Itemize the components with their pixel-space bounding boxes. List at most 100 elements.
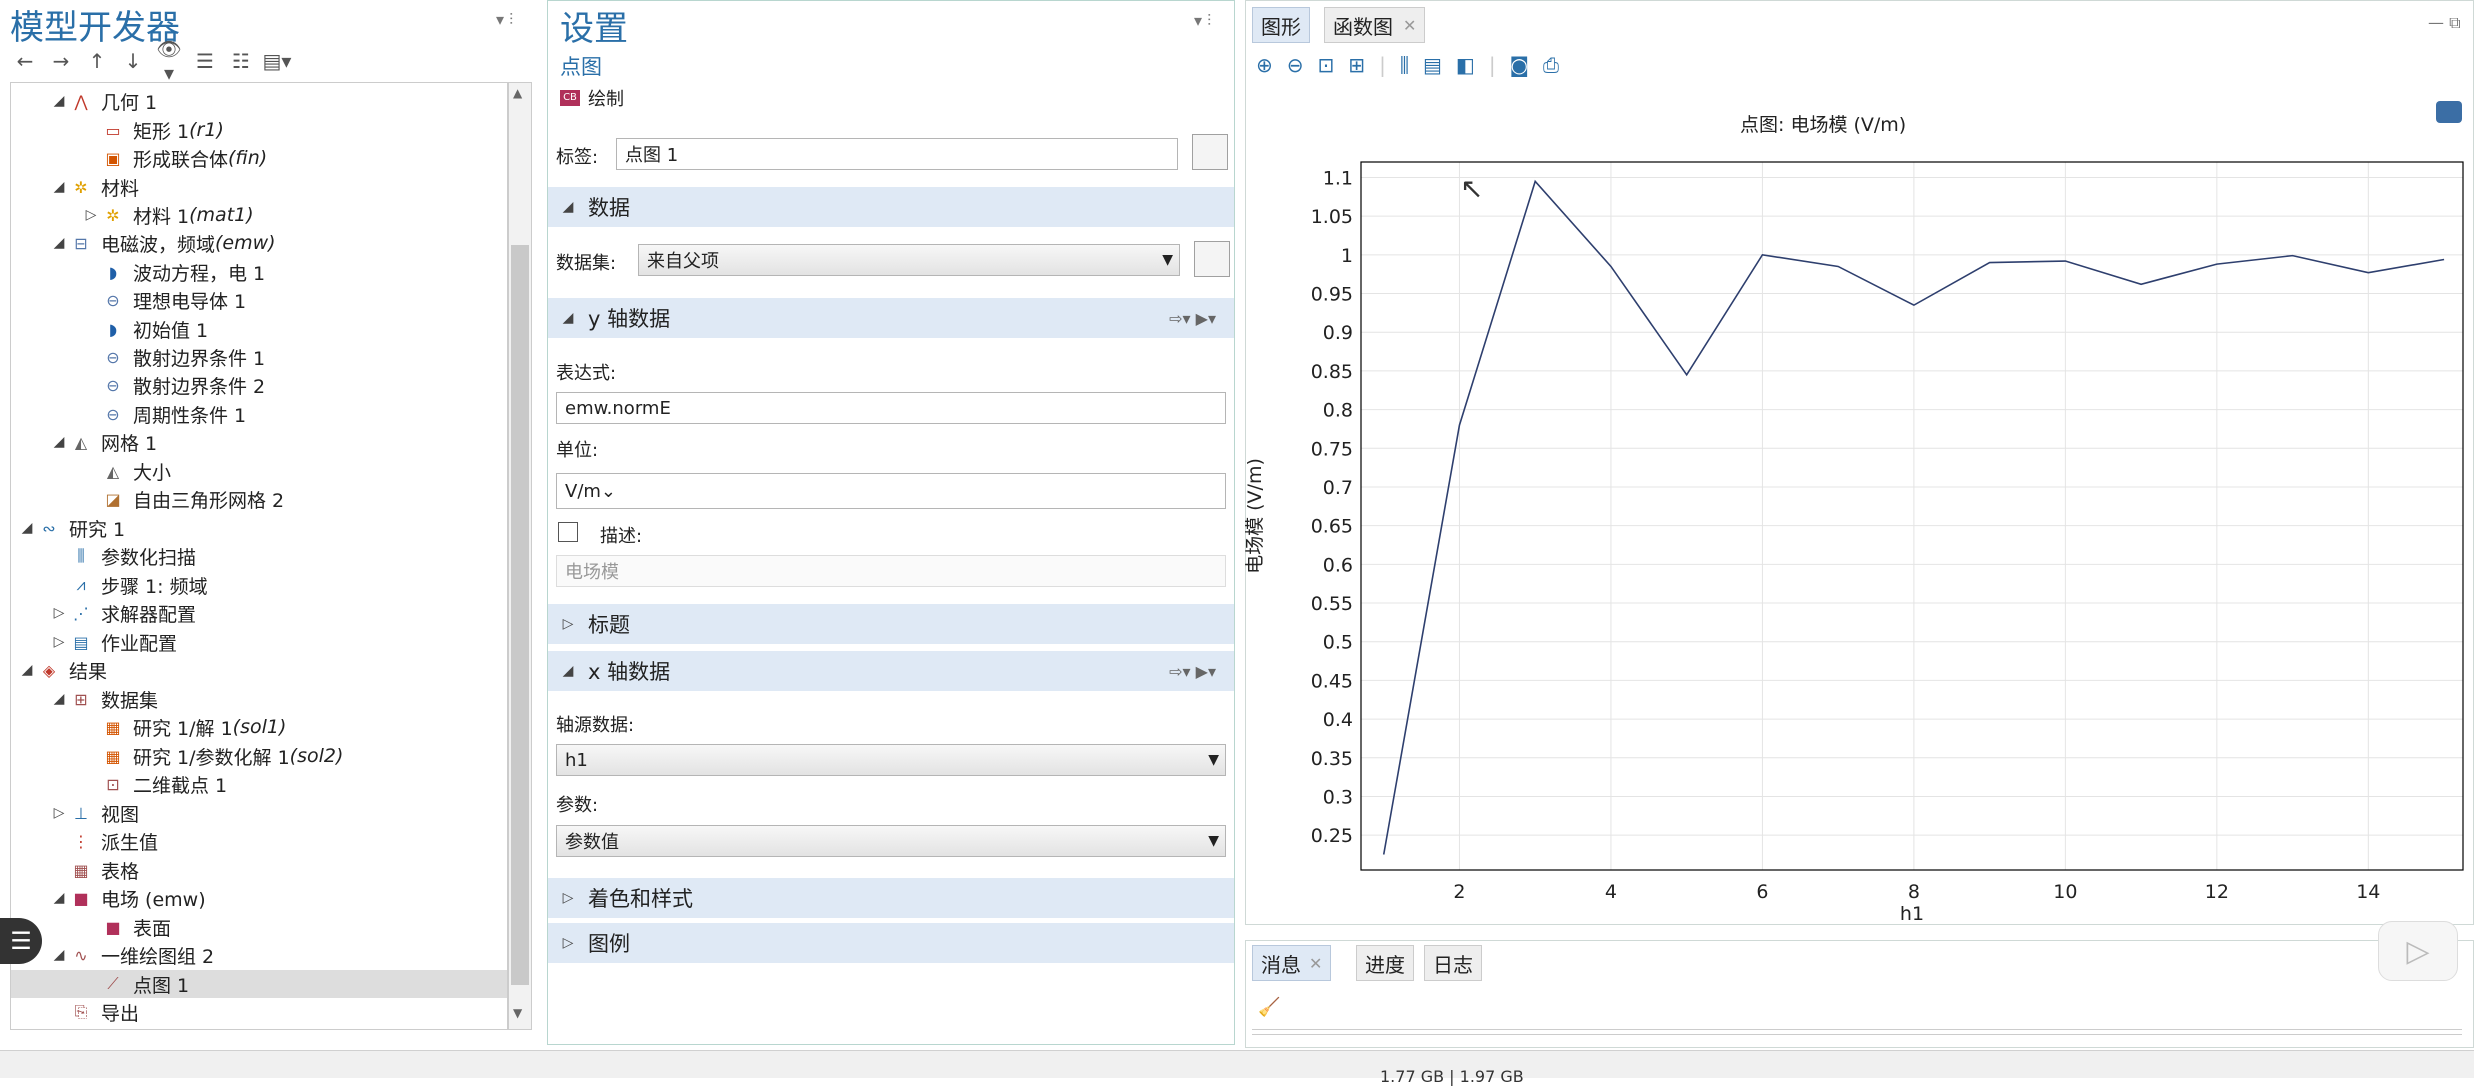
tree-node[interactable]: ◢✲材料 xyxy=(11,173,507,201)
zoom-in-icon[interactable]: ⊕ xyxy=(1256,53,1273,77)
expand-toggle-icon[interactable]: ▷ xyxy=(49,805,69,821)
scroll-down-icon[interactable]: ▼ xyxy=(513,1006,522,1020)
tree-node[interactable]: ⩘步骤 1: 频域 xyxy=(11,571,507,599)
dataset-goto-button[interactable] xyxy=(1194,241,1230,277)
tree-scrollbar-thumb[interactable] xyxy=(511,245,529,985)
tree-node[interactable]: ⊡二维截点 1 xyxy=(11,770,507,798)
back-arrow-icon[interactable]: ← xyxy=(10,49,40,73)
play-icon[interactable]: ▷ xyxy=(2378,921,2458,981)
expand-toggle-icon[interactable]: ◢ xyxy=(49,890,69,906)
tree-node[interactable]: ▦研究 1/参数化解 1 (sol2) xyxy=(11,742,507,770)
tree-node[interactable]: ◢◈结果 xyxy=(11,656,507,684)
tab-graphics[interactable]: 图形 xyxy=(1252,7,1310,43)
tree-node[interactable]: ◢⊞数据集 xyxy=(11,685,507,713)
collapse-all-icon[interactable]: ☰ xyxy=(190,49,220,73)
close-icon: ✕ xyxy=(1403,16,1416,35)
tree-node[interactable]: ◢■电场 (emw) xyxy=(11,884,507,912)
tree-node[interactable]: ▭矩形 1 (r1) xyxy=(11,116,507,144)
expand-toggle-icon[interactable]: ▷ xyxy=(49,634,69,650)
tab-function[interactable]: 函数图✕ xyxy=(1324,7,1425,43)
expand-toggle-icon[interactable]: ▷ xyxy=(49,605,69,621)
move-up-icon[interactable]: ↑ xyxy=(82,49,112,73)
tree-node[interactable]: ⊖散射边界条件 1 xyxy=(11,343,507,371)
camera-icon[interactable]: ◙ xyxy=(1510,53,1529,77)
tree-node[interactable]: ◢◭网格 1 xyxy=(11,428,507,456)
tree-node[interactable]: ▷⋰求解器配置 xyxy=(11,599,507,627)
tree-node[interactable]: ▦表格 xyxy=(11,856,507,884)
color-legend-icon[interactable] xyxy=(2436,101,2462,123)
panel-menu-icon[interactable]: ▾ ⫶ xyxy=(496,10,513,30)
parameter-select[interactable]: 参数值▼ xyxy=(556,825,1226,857)
section-y-axis[interactable]: ◢y 轴数据⇨▾ ▶▾ xyxy=(548,298,1234,338)
show-grid-icon[interactable]: ▤ xyxy=(1423,53,1442,77)
expand-all-icon[interactable]: ☷ xyxy=(226,49,256,73)
sort-icon[interactable]: ▤▾ xyxy=(262,49,292,73)
description-field[interactable]: 电场模 xyxy=(556,555,1226,587)
expand-toggle-icon[interactable]: ◢ xyxy=(49,691,69,707)
tree-node[interactable]: ⊖散射边界条件 2 xyxy=(11,371,507,399)
forward-arrow-icon[interactable]: → xyxy=(46,49,76,73)
panel-menu-icon[interactable]: — ⧉ xyxy=(2428,13,2461,33)
tree-node[interactable]: ▦研究 1/解 1 (sol1) xyxy=(11,713,507,741)
unit-select[interactable]: V/m⌄ xyxy=(556,473,1226,509)
description-checkbox[interactable] xyxy=(558,522,578,542)
tab-progress[interactable]: 进度 xyxy=(1356,945,1414,981)
expand-toggle-icon[interactable]: ◢ xyxy=(17,520,37,536)
tree-node[interactable]: ⋮派生值 xyxy=(11,827,507,855)
tab-messages[interactable]: 消息✕ xyxy=(1252,945,1331,981)
tree-node[interactable]: ■表面 xyxy=(11,913,507,941)
section-legends[interactable]: ▷图例 xyxy=(548,923,1234,963)
tree-node[interactable]: ⟋点图 1 xyxy=(11,970,507,998)
section-title[interactable]: ▷标题 xyxy=(548,604,1234,644)
y-tick-label: 0.5 xyxy=(1323,632,1353,654)
tree-node[interactable]: ◪自由三角形网格 2 xyxy=(11,485,507,513)
tree-node[interactable]: ◗初始值 1 xyxy=(11,315,507,343)
tree-node-label: 材料 1 xyxy=(133,202,189,229)
tree-node[interactable]: ▷▤作业配置 xyxy=(11,628,507,656)
tree-node[interactable]: ◭大小 xyxy=(11,457,507,485)
grid-toggle-icon[interactable]: ⫼ xyxy=(1400,53,1409,77)
tree-node[interactable]: ⊖理想电导体 1 xyxy=(11,286,507,314)
expression-input[interactable]: emw.normE xyxy=(556,392,1226,424)
tree-node[interactable]: ⫼参数化扫描 xyxy=(11,542,507,570)
zoom-box-icon[interactable]: ⊡ xyxy=(1318,53,1335,77)
expand-toggle-icon[interactable]: ◢ xyxy=(49,235,69,251)
tree-node[interactable]: ▷⊥视图 xyxy=(11,799,507,827)
tree-node[interactable]: ▷✲材料 1 (mat1) xyxy=(11,201,507,229)
legend-toggle-icon[interactable]: ◧ xyxy=(1456,53,1475,77)
move-down-icon[interactable]: ↓ xyxy=(118,49,148,73)
tab-log[interactable]: 日志 xyxy=(1424,945,1482,981)
dataset-select[interactable]: 来自父项▼ xyxy=(638,244,1180,276)
zoom-extents-icon[interactable]: ⊞ xyxy=(1348,53,1365,77)
plot-button[interactable]: CB 绘制 xyxy=(560,85,624,111)
expand-toggle-icon[interactable]: ◢ xyxy=(49,434,69,450)
tree-node[interactable]: ◗波动方程，电 1 xyxy=(11,258,507,286)
tree-node[interactable]: ▣形成联合体 (fin) xyxy=(11,144,507,172)
section-x-axis[interactable]: ◢x 轴数据⇨▾ ▶▾ xyxy=(548,651,1234,691)
expand-toggle-icon[interactable]: ▷ xyxy=(81,207,101,223)
tree-node[interactable]: ⎘导出 xyxy=(11,998,507,1026)
tree-node-label: 网格 1 xyxy=(101,429,157,456)
solution-dataset-icon: ▦ xyxy=(101,716,125,738)
scroll-up-icon[interactable]: ▲ xyxy=(513,86,522,100)
show-icon[interactable]: 👁▾ xyxy=(154,37,184,85)
expand-toggle-icon[interactable]: ◢ xyxy=(17,662,37,678)
panel-menu-icon[interactable]: ▾ ⫶ xyxy=(1194,11,1211,31)
axis-source-select[interactable]: h1▼ xyxy=(556,744,1226,776)
expand-toggle-icon[interactable]: ◢ xyxy=(49,93,69,109)
tree-node[interactable]: ◢⊟电磁波，频域 (emw) xyxy=(11,229,507,257)
section-data[interactable]: ◢数据 xyxy=(548,187,1234,227)
print-icon[interactable]: ⎙ xyxy=(1543,53,1559,77)
section-coloring[interactable]: ▷着色和样式 xyxy=(548,878,1234,918)
tree-node[interactable]: ◢∾研究 1 xyxy=(11,514,507,542)
zoom-out-icon[interactable]: ⊖ xyxy=(1287,53,1304,77)
tree-node[interactable]: ⊖周期性条件 1 xyxy=(11,400,507,428)
expand-toggle-icon[interactable]: ◢ xyxy=(49,179,69,195)
clear-icon[interactable]: 🧹 xyxy=(1258,997,1280,1018)
tree-node[interactable]: ◢∿一维绘图组 2 xyxy=(11,941,507,969)
tree-node[interactable]: ◢⋀几何 1 xyxy=(11,87,507,115)
expand-toggle-icon[interactable]: ◢ xyxy=(49,947,69,963)
label-settings-button[interactable] xyxy=(1192,134,1228,170)
y-axis-label: 电场模 (V/m) xyxy=(1245,458,1266,574)
label-field[interactable]: 点图 1 xyxy=(616,138,1178,170)
